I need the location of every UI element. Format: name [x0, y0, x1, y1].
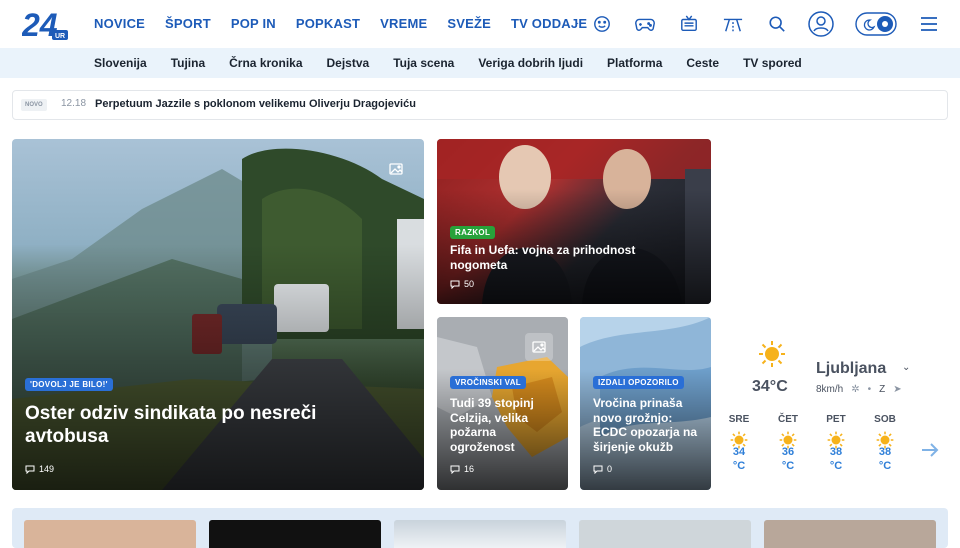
nav-sveze[interactable]: SVEŽE [447, 16, 491, 31]
weather-widget[interactable]: 34°C Ljubljana ⌄ 8km/h ✲ • Z ➤ SRE 34 °C … [720, 330, 948, 500]
bottom-article-strip [12, 508, 948, 548]
subnav-slovenija[interactable]: Slovenija [94, 56, 147, 70]
header-icons [590, 11, 950, 38]
sun-icon [759, 341, 785, 367]
comment-icon [450, 280, 460, 289]
bottom-thumb[interactable] [764, 520, 936, 548]
theme-toggle-icon[interactable] [855, 12, 897, 36]
main-article-card[interactable]: 'DOVOLJ JE BILO!' Oster odziv sindikata … [12, 139, 424, 490]
nav-pop-in[interactable]: POP IN [231, 16, 276, 31]
subnav-platforma[interactable]: Platforma [607, 56, 662, 70]
fifa-article-card[interactable]: RAZKOL Fifa in Uefa: vojna za prihodnost… [437, 139, 711, 304]
bottom-thumb[interactable] [209, 520, 381, 548]
bottom-thumb[interactable] [24, 520, 196, 548]
weather-wind-dir: Z [879, 384, 886, 395]
comment-icon [25, 465, 35, 474]
main-article-title[interactable]: Oster odziv sindikata po nesreči avtobus… [25, 402, 395, 448]
user-icon[interactable] [808, 11, 834, 37]
ecdc-article-title[interactable]: Vročina prinaša novo grožnjo: ECDC opoza… [593, 396, 708, 455]
main-article-comment-count: 149 [39, 464, 55, 474]
forecast-day: PET 38 °C [826, 414, 846, 473]
wind-arrow-icon: ➤ [893, 384, 902, 395]
wind-dot-icon: • [867, 384, 872, 395]
heat-article-comments[interactable]: 16 [450, 464, 474, 474]
fifa-article-comment-count: 50 [464, 279, 475, 289]
forecast-day: SRE 34 °C [728, 414, 750, 473]
forecast-day: SOB 38 °C [874, 414, 896, 473]
subnav-tujina[interactable]: Tujina [171, 56, 205, 70]
subnav-dejstva[interactable]: Dejstva [327, 56, 370, 70]
fifa-article-tag: RAZKOL [450, 226, 496, 239]
gallery-icon [382, 155, 410, 183]
menu-icon[interactable] [917, 12, 941, 36]
novo-badge: NOVO [21, 99, 47, 111]
subnav-veriga-dobrih-ljudi[interactable]: Veriga dobrih ljudi [478, 56, 583, 70]
logo[interactable]: 24 UR [22, 6, 72, 42]
comment-icon [593, 465, 603, 474]
forecast-day: ČET 36 °C [778, 414, 798, 473]
weather-wind: 8km/h ✲ • Z ➤ [816, 384, 902, 395]
nav-more-dot: · [576, 18, 580, 29]
subnav-crna-kronika[interactable]: Črna kronika [229, 56, 302, 70]
bottom-thumb[interactable] [579, 520, 751, 548]
sun-icon [876, 431, 894, 449]
ecdc-article-tag: IZDALI OPOZORILO [593, 376, 684, 389]
weather-current-temp: 34°C [752, 378, 788, 395]
heat-article-tag: VROČINSKI VAL [450, 376, 526, 389]
logo-sub: UR [55, 33, 65, 40]
nav-sport[interactable]: ŠPORT [165, 16, 211, 31]
sun-icon [827, 431, 845, 449]
main-article-tag: 'DOVOLJ JE BILO!' [25, 378, 113, 391]
comment-icon [450, 465, 460, 474]
wind-icon: ✲ [851, 384, 860, 395]
gamepad-icon[interactable] [633, 12, 657, 36]
chevron-right-icon[interactable] [920, 440, 940, 460]
heat-article-title[interactable]: Tudi 39 stopinj Celzija, velika požarna … [450, 396, 562, 455]
smiley-icon[interactable] [590, 12, 614, 36]
fifa-article-comments[interactable]: 50 [450, 279, 474, 289]
ticker-time: 12.18 [61, 98, 87, 109]
subnav-tuja-scena[interactable]: Tuja scena [393, 56, 454, 70]
weather-city[interactable]: Ljubljana [816, 360, 886, 378]
main-nav: NOVICE ŠPORT POP IN POPKAST VREME SVEŽE … [94, 16, 607, 31]
ticker-headline[interactable]: Perpetuum Jazzile s poklonom velikemu Ol… [95, 98, 416, 110]
sub-nav: Slovenija Tujina Črna kronika Dejstva Tu… [0, 48, 960, 78]
road-icon[interactable] [721, 12, 745, 36]
gallery-icon [525, 333, 553, 361]
tv-icon[interactable] [677, 12, 701, 36]
ecdc-article-comments[interactable]: 0 [593, 464, 612, 474]
fifa-article-title[interactable]: Fifa in Uefa: vojna za prihodnost nogome… [450, 243, 680, 272]
subnav-ceste[interactable]: Ceste [686, 56, 719, 70]
sun-icon [730, 431, 748, 449]
ecdc-article-comment-count: 0 [607, 464, 613, 474]
chevron-down-icon[interactable]: ⌄ [902, 362, 910, 373]
nav-popkast[interactable]: POPKAST [296, 16, 360, 31]
news-ticker[interactable]: NOVO 12.18 Perpetuum Jazzile s poklonom … [12, 90, 948, 120]
bottom-thumb[interactable] [394, 520, 566, 548]
nav-novice[interactable]: NOVICE [94, 16, 145, 31]
search-icon[interactable] [765, 12, 789, 36]
top-bar: 24 UR NOVICE ŠPORT POP IN POPKAST VREME … [0, 0, 960, 48]
main-article-comments[interactable]: 149 [25, 464, 54, 474]
subnav-tv-spored[interactable]: TV spored [743, 56, 802, 70]
heat-article-card[interactable]: VROČINSKI VAL Tudi 39 stopinj Celzija, v… [437, 317, 568, 490]
heat-article-comment-count: 16 [464, 464, 475, 474]
sun-icon [779, 431, 797, 449]
weather-wind-speed: 8km/h [816, 384, 844, 395]
nav-vreme[interactable]: VREME [380, 16, 427, 31]
ecdc-article-card[interactable]: IZDALI OPOZORILO Vročina prinaša novo gr… [580, 317, 711, 490]
